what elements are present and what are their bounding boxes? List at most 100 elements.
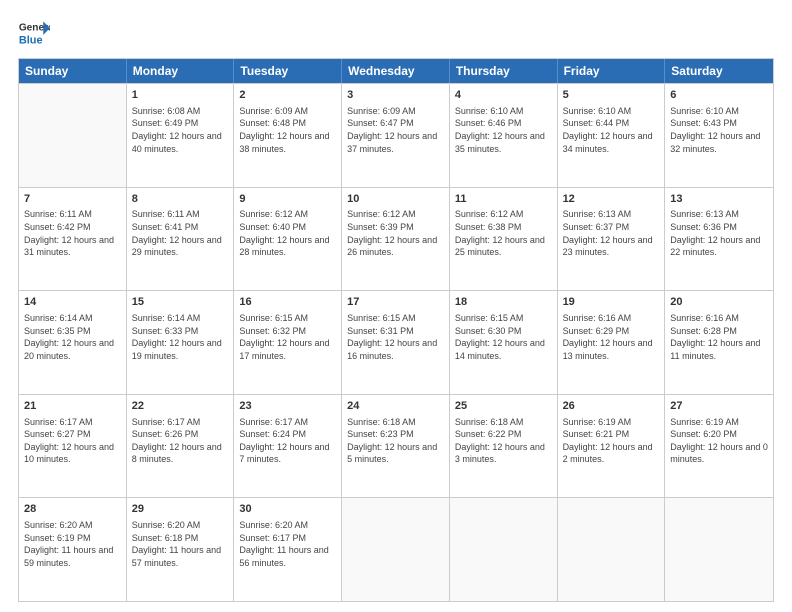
cell-info: Sunrise: 6:19 AMSunset: 6:21 PMDaylight:… — [563, 416, 660, 466]
day-number: 25 — [455, 399, 552, 414]
calendar-cell: 3 Sunrise: 6:09 AMSunset: 6:47 PMDayligh… — [342, 84, 450, 187]
cell-info: Sunrise: 6:11 AMSunset: 6:42 PMDaylight:… — [24, 208, 121, 258]
day-number: 1 — [132, 88, 229, 103]
cell-info: Sunrise: 6:17 AMSunset: 6:24 PMDaylight:… — [239, 416, 336, 466]
calendar-cell: 12 Sunrise: 6:13 AMSunset: 6:37 PMDaylig… — [558, 188, 666, 291]
cell-info: Sunrise: 6:20 AMSunset: 6:18 PMDaylight:… — [132, 519, 229, 569]
day-number: 28 — [24, 502, 121, 517]
day-number: 13 — [670, 192, 768, 207]
cell-info: Sunrise: 6:17 AMSunset: 6:27 PMDaylight:… — [24, 416, 121, 466]
header: General Blue — [18, 18, 774, 50]
calendar-cell: 1 Sunrise: 6:08 AMSunset: 6:49 PMDayligh… — [127, 84, 235, 187]
logo-icon: General Blue — [18, 18, 50, 50]
calendar-cell: 13 Sunrise: 6:13 AMSunset: 6:36 PMDaylig… — [665, 188, 773, 291]
calendar-cell: 25 Sunrise: 6:18 AMSunset: 6:22 PMDaylig… — [450, 395, 558, 498]
cell-info: Sunrise: 6:13 AMSunset: 6:37 PMDaylight:… — [563, 208, 660, 258]
calendar-cell: 20 Sunrise: 6:16 AMSunset: 6:28 PMDaylig… — [665, 291, 773, 394]
day-number: 29 — [132, 502, 229, 517]
cell-info: Sunrise: 6:14 AMSunset: 6:33 PMDaylight:… — [132, 312, 229, 362]
calendar-cell — [558, 498, 666, 601]
cell-info: Sunrise: 6:12 AMSunset: 6:40 PMDaylight:… — [239, 208, 336, 258]
cell-info: Sunrise: 6:10 AMSunset: 6:46 PMDaylight:… — [455, 105, 552, 155]
calendar-cell: 7 Sunrise: 6:11 AMSunset: 6:42 PMDayligh… — [19, 188, 127, 291]
weekday-header: Thursday — [450, 59, 558, 83]
day-number: 11 — [455, 192, 552, 207]
calendar-cell: 18 Sunrise: 6:15 AMSunset: 6:30 PMDaylig… — [450, 291, 558, 394]
calendar-row: 14 Sunrise: 6:14 AMSunset: 6:35 PMDaylig… — [19, 290, 773, 394]
day-number: 18 — [455, 295, 552, 310]
calendar-cell — [665, 498, 773, 601]
day-number: 10 — [347, 192, 444, 207]
calendar-header: SundayMondayTuesdayWednesdayThursdayFrid… — [19, 59, 773, 83]
calendar-cell — [450, 498, 558, 601]
calendar-cell: 9 Sunrise: 6:12 AMSunset: 6:40 PMDayligh… — [234, 188, 342, 291]
calendar-cell: 27 Sunrise: 6:19 AMSunset: 6:20 PMDaylig… — [665, 395, 773, 498]
calendar-cell: 23 Sunrise: 6:17 AMSunset: 6:24 PMDaylig… — [234, 395, 342, 498]
cell-info: Sunrise: 6:09 AMSunset: 6:48 PMDaylight:… — [239, 105, 336, 155]
calendar-cell: 26 Sunrise: 6:19 AMSunset: 6:21 PMDaylig… — [558, 395, 666, 498]
weekday-header: Monday — [127, 59, 235, 83]
cell-info: Sunrise: 6:08 AMSunset: 6:49 PMDaylight:… — [132, 105, 229, 155]
day-number: 21 — [24, 399, 121, 414]
calendar-cell: 11 Sunrise: 6:12 AMSunset: 6:38 PMDaylig… — [450, 188, 558, 291]
cell-info: Sunrise: 6:11 AMSunset: 6:41 PMDaylight:… — [132, 208, 229, 258]
page: General Blue SundayMondayTuesdayWednesda… — [0, 0, 792, 612]
day-number: 5 — [563, 88, 660, 103]
cell-info: Sunrise: 6:12 AMSunset: 6:39 PMDaylight:… — [347, 208, 444, 258]
calendar-cell: 10 Sunrise: 6:12 AMSunset: 6:39 PMDaylig… — [342, 188, 450, 291]
weekday-header: Sunday — [19, 59, 127, 83]
calendar-cell: 29 Sunrise: 6:20 AMSunset: 6:18 PMDaylig… — [127, 498, 235, 601]
day-number: 24 — [347, 399, 444, 414]
calendar-cell: 19 Sunrise: 6:16 AMSunset: 6:29 PMDaylig… — [558, 291, 666, 394]
cell-info: Sunrise: 6:16 AMSunset: 6:29 PMDaylight:… — [563, 312, 660, 362]
cell-info: Sunrise: 6:20 AMSunset: 6:19 PMDaylight:… — [24, 519, 121, 569]
day-number: 15 — [132, 295, 229, 310]
weekday-header: Friday — [558, 59, 666, 83]
day-number: 9 — [239, 192, 336, 207]
cell-info: Sunrise: 6:16 AMSunset: 6:28 PMDaylight:… — [670, 312, 768, 362]
day-number: 23 — [239, 399, 336, 414]
calendar-cell: 24 Sunrise: 6:18 AMSunset: 6:23 PMDaylig… — [342, 395, 450, 498]
day-number: 6 — [670, 88, 768, 103]
day-number: 20 — [670, 295, 768, 310]
calendar-row: 1 Sunrise: 6:08 AMSunset: 6:49 PMDayligh… — [19, 83, 773, 187]
cell-info: Sunrise: 6:10 AMSunset: 6:43 PMDaylight:… — [670, 105, 768, 155]
cell-info: Sunrise: 6:15 AMSunset: 6:30 PMDaylight:… — [455, 312, 552, 362]
calendar: SundayMondayTuesdayWednesdayThursdayFrid… — [18, 58, 774, 602]
calendar-cell: 4 Sunrise: 6:10 AMSunset: 6:46 PMDayligh… — [450, 84, 558, 187]
calendar-cell: 5 Sunrise: 6:10 AMSunset: 6:44 PMDayligh… — [558, 84, 666, 187]
day-number: 14 — [24, 295, 121, 310]
calendar-cell — [342, 498, 450, 601]
day-number: 26 — [563, 399, 660, 414]
svg-text:Blue: Blue — [19, 34, 43, 46]
calendar-cell: 16 Sunrise: 6:15 AMSunset: 6:32 PMDaylig… — [234, 291, 342, 394]
calendar-body: 1 Sunrise: 6:08 AMSunset: 6:49 PMDayligh… — [19, 83, 773, 601]
calendar-cell: 17 Sunrise: 6:15 AMSunset: 6:31 PMDaylig… — [342, 291, 450, 394]
calendar-cell: 28 Sunrise: 6:20 AMSunset: 6:19 PMDaylig… — [19, 498, 127, 601]
cell-info: Sunrise: 6:15 AMSunset: 6:32 PMDaylight:… — [239, 312, 336, 362]
cell-info: Sunrise: 6:14 AMSunset: 6:35 PMDaylight:… — [24, 312, 121, 362]
day-number: 16 — [239, 295, 336, 310]
day-number: 22 — [132, 399, 229, 414]
cell-info: Sunrise: 6:17 AMSunset: 6:26 PMDaylight:… — [132, 416, 229, 466]
day-number: 19 — [563, 295, 660, 310]
cell-info: Sunrise: 6:15 AMSunset: 6:31 PMDaylight:… — [347, 312, 444, 362]
cell-info: Sunrise: 6:10 AMSunset: 6:44 PMDaylight:… — [563, 105, 660, 155]
calendar-cell: 22 Sunrise: 6:17 AMSunset: 6:26 PMDaylig… — [127, 395, 235, 498]
day-number: 27 — [670, 399, 768, 414]
calendar-row: 28 Sunrise: 6:20 AMSunset: 6:19 PMDaylig… — [19, 497, 773, 601]
calendar-cell: 2 Sunrise: 6:09 AMSunset: 6:48 PMDayligh… — [234, 84, 342, 187]
calendar-row: 21 Sunrise: 6:17 AMSunset: 6:27 PMDaylig… — [19, 394, 773, 498]
cell-info: Sunrise: 6:18 AMSunset: 6:22 PMDaylight:… — [455, 416, 552, 466]
day-number: 4 — [455, 88, 552, 103]
calendar-cell: 6 Sunrise: 6:10 AMSunset: 6:43 PMDayligh… — [665, 84, 773, 187]
cell-info: Sunrise: 6:09 AMSunset: 6:47 PMDaylight:… — [347, 105, 444, 155]
day-number: 30 — [239, 502, 336, 517]
day-number: 8 — [132, 192, 229, 207]
day-number: 17 — [347, 295, 444, 310]
calendar-row: 7 Sunrise: 6:11 AMSunset: 6:42 PMDayligh… — [19, 187, 773, 291]
calendar-cell: 8 Sunrise: 6:11 AMSunset: 6:41 PMDayligh… — [127, 188, 235, 291]
calendar-cell: 30 Sunrise: 6:20 AMSunset: 6:17 PMDaylig… — [234, 498, 342, 601]
calendar-cell: 15 Sunrise: 6:14 AMSunset: 6:33 PMDaylig… — [127, 291, 235, 394]
day-number: 7 — [24, 192, 121, 207]
